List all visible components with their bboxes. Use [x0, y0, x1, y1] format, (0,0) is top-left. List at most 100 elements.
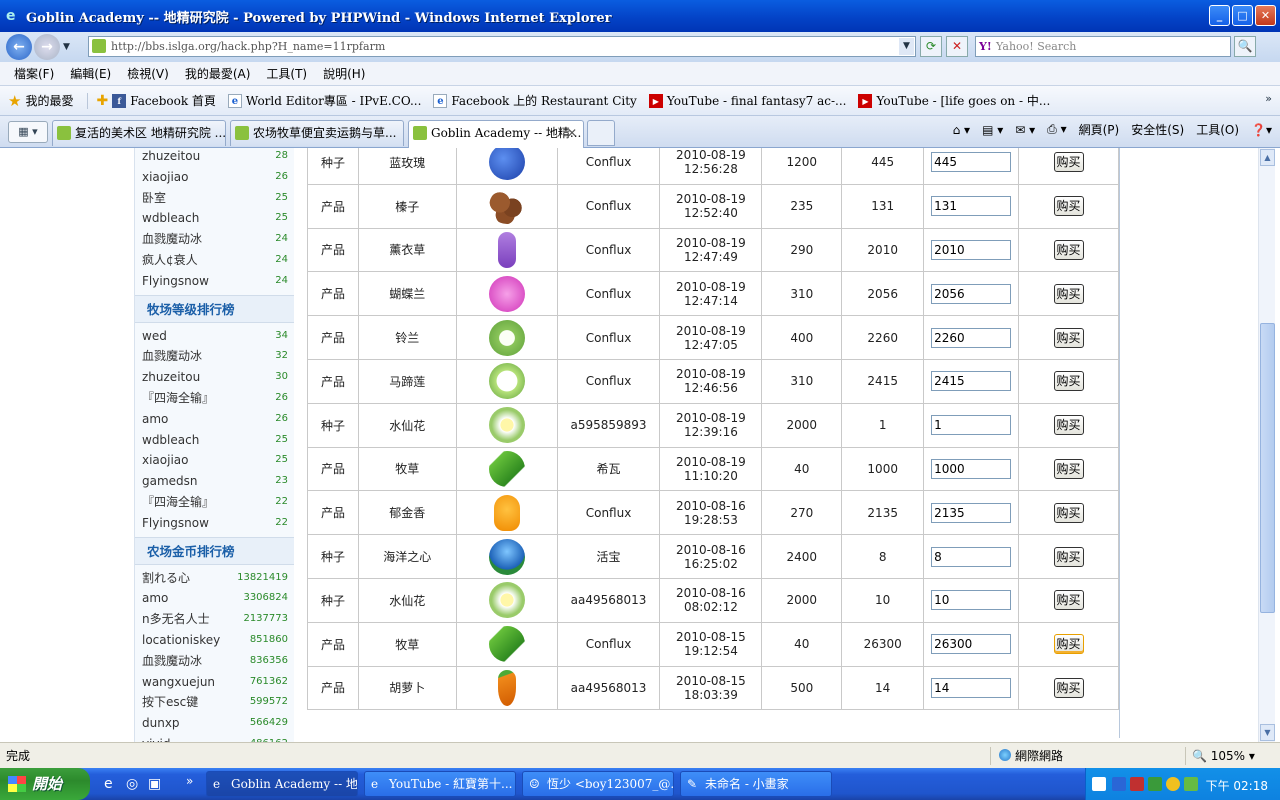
sidebar-row[interactable]: zhuzeitou 28: [135, 148, 294, 167]
stop-button[interactable]: ✕: [946, 36, 968, 57]
buy-button[interactable]: 购买: [1053, 152, 1084, 173]
taskbar-button-goblin[interactable]: e Goblin Academy -- 地...: [206, 771, 358, 797]
quick-tabs-button[interactable]: ▦ ▾: [8, 121, 48, 143]
favorites-more-chevron-icon[interactable]: »: [1265, 92, 1272, 105]
sidebar-row[interactable]: 『四海全输』 22: [135, 492, 294, 513]
scrollbar-thumb[interactable]: [1260, 323, 1275, 613]
fav-link-facebook[interactable]: f Facebook 首頁: [112, 92, 216, 109]
feeds-icon[interactable]: ▤ ▾: [982, 123, 1003, 137]
sidebar-row[interactable]: vivid486162: [135, 734, 294, 742]
quantity-input[interactable]: [931, 239, 1012, 260]
buy-button[interactable]: 购买: [1053, 239, 1084, 260]
start-button[interactable]: 開始: [0, 768, 90, 800]
sidebar-row[interactable]: 『四海全输』 26: [135, 388, 294, 409]
scroll-down-icon[interactable]: ▼: [1260, 724, 1275, 741]
address-input[interactable]: http://bbs.islga.org/hack.php?H_name=11r…: [88, 36, 916, 57]
security-shield-icon[interactable]: [1166, 777, 1180, 791]
taskbar-button-chat[interactable]: ☺ 恆少 <boy123007_@...: [522, 771, 674, 797]
buy-button[interactable]: 购买: [1053, 590, 1084, 611]
tab-farm-grass[interactable]: 农场牧草便宜卖运鹅与草...: [230, 120, 404, 146]
buy-button[interactable]: 购买: [1053, 677, 1084, 698]
buy-button[interactable]: 购买: [1053, 196, 1084, 217]
close-window-button[interactable]: ✕: [1255, 5, 1276, 26]
buy-button[interactable]: 购买: [1053, 546, 1084, 567]
fav-link-youtube-ff7[interactable]: ▶ YouTube - final fantasy7 ac-...: [648, 93, 846, 108]
vertical-scrollbar[interactable]: ▲ ▼: [1258, 148, 1275, 742]
sidebar-row[interactable]: 割れる心 13821419: [135, 568, 294, 589]
sidebar-row[interactable]: 卧室 25: [135, 188, 294, 209]
home-icon[interactable]: ⌂ ▾: [953, 123, 970, 137]
sidebar-row[interactable]: wangxuejun 761362: [135, 672, 294, 693]
tools-menu[interactable]: 工具(O): [1196, 121, 1239, 138]
maximize-button[interactable]: □: [1232, 5, 1253, 26]
quicklaunch-ie-icon[interactable]: e: [104, 776, 113, 792]
sidebar-row[interactable]: Flyingsnow 22: [135, 513, 294, 534]
messenger-tray-icon[interactable]: [1184, 777, 1198, 791]
menu-view[interactable]: 檢視(V): [127, 65, 169, 82]
search-input[interactable]: Y! Yahoo! Search: [975, 36, 1231, 57]
quantity-input[interactable]: [931, 634, 1012, 655]
sidebar-row[interactable]: wed 34: [135, 326, 294, 347]
recent-pages-dropdown[interactable]: ▼: [63, 42, 70, 52]
menu-file[interactable]: 檔案(F): [14, 65, 54, 82]
quantity-input[interactable]: [931, 590, 1012, 611]
sidebar-row[interactable]: 疯人¢衰人 24: [135, 250, 294, 271]
menu-favorites[interactable]: 我的最愛(A): [185, 65, 251, 82]
search-button[interactable]: 🔍: [1234, 36, 1256, 57]
buy-button[interactable]: 购买: [1053, 415, 1084, 436]
forward-button[interactable]: →: [34, 34, 60, 60]
tab-goblin-academy[interactable]: Goblin Academy -- 地精... ✕: [408, 120, 584, 148]
sidebar-row[interactable]: 血戮魔动冰 836356: [135, 651, 294, 672]
sidebar-row[interactable]: 血戮魔动冰 32: [135, 346, 294, 367]
buy-button[interactable]: 购买: [1053, 502, 1084, 523]
fav-link-world-editor[interactable]: e World Editor專區 - IPvE.CO...: [227, 92, 421, 109]
sidebar-row[interactable]: zhuzeitou 30: [135, 367, 294, 388]
sidebar-row[interactable]: Flyingsnow 24: [135, 271, 294, 292]
favorites-button[interactable]: 我的最愛: [25, 92, 73, 109]
quicklaunch-app-icon[interactable]: ◎: [126, 776, 138, 792]
buy-button[interactable]: 购买: [1053, 283, 1084, 304]
add-favorite-icon[interactable]: ✚: [87, 92, 108, 109]
sidebar-row[interactable]: n多无名人士 2137773: [135, 609, 294, 630]
fav-link-youtube-life[interactable]: ▶ YouTube - [life goes on - 中...: [858, 92, 1050, 109]
sidebar-row[interactable]: dunxp 566429: [135, 713, 294, 734]
help-icon[interactable]: ❓▾: [1251, 123, 1272, 137]
sidebar-row[interactable]: 按下esc键 599572: [135, 692, 294, 713]
network-icon[interactable]: [1148, 777, 1162, 791]
close-tab-icon[interactable]: ✕: [567, 121, 577, 145]
buy-button[interactable]: 购买: [1053, 371, 1084, 392]
quantity-input[interactable]: [931, 677, 1012, 698]
acrobat-icon[interactable]: [1130, 777, 1144, 791]
sidebar-row[interactable]: amo 3306824: [135, 588, 294, 609]
sidebar-row[interactable]: gamedsn 23: [135, 471, 294, 492]
quantity-input[interactable]: [931, 152, 1012, 173]
page-menu[interactable]: 網頁(P): [1079, 121, 1120, 138]
sidebar-row[interactable]: wdbleach 25: [135, 430, 294, 451]
quantity-input[interactable]: [931, 196, 1012, 217]
quantity-input[interactable]: [931, 546, 1012, 567]
scroll-up-icon[interactable]: ▲: [1260, 149, 1275, 166]
taskbar-button-youtube[interactable]: e YouTube - 紅寶第十...: [364, 771, 516, 797]
sidebar-row[interactable]: xiaojiao 26: [135, 167, 294, 188]
buy-button[interactable]: 购买: [1053, 327, 1084, 348]
menu-help[interactable]: 說明(H): [323, 65, 365, 82]
tray-arrow-icon[interactable]: [1112, 777, 1126, 791]
quantity-input[interactable]: [931, 283, 1012, 304]
back-button[interactable]: ←: [6, 34, 32, 60]
sidebar-row[interactable]: amo 26: [135, 409, 294, 430]
quantity-input[interactable]: [931, 371, 1012, 392]
zoom-level[interactable]: 🔍 105% ▾: [1185, 747, 1255, 765]
quantity-input[interactable]: [931, 327, 1012, 348]
quantity-input[interactable]: [931, 415, 1012, 436]
mail-icon[interactable]: ✉ ▾: [1015, 123, 1035, 137]
ime-icon[interactable]: [1092, 777, 1106, 791]
new-tab-button[interactable]: [587, 120, 615, 146]
menu-edit[interactable]: 編輯(E): [70, 65, 111, 82]
menu-tools[interactable]: 工具(T): [266, 65, 307, 82]
minimize-button[interactable]: _: [1209, 5, 1230, 26]
quantity-input[interactable]: [931, 502, 1012, 523]
sidebar-row[interactable]: locationiskey 851860: [135, 630, 294, 651]
quicklaunch-more-icon[interactable]: »: [186, 774, 193, 788]
buy-button[interactable]: 购买: [1053, 458, 1084, 479]
sidebar-row[interactable]: 血戮魔动冰 24: [135, 229, 294, 250]
